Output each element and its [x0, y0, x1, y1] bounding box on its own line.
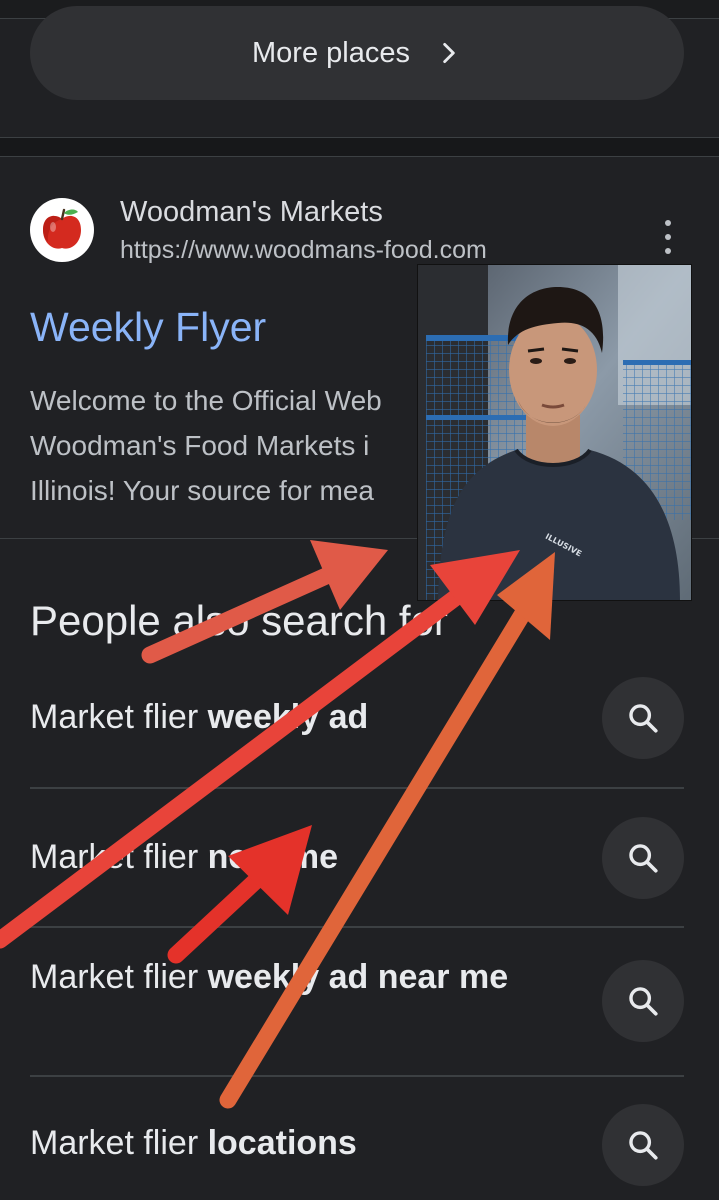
related-search-item[interactable]: Market flier locations — [30, 1100, 684, 1192]
apple-icon — [30, 198, 94, 262]
people-also-search-heading: People also search for — [30, 597, 448, 644]
row-divider — [30, 787, 684, 789]
more-places-button[interactable]: More places — [30, 6, 684, 100]
search-icon[interactable] — [602, 960, 684, 1042]
related-search-text: Market flier weekly ad near me — [30, 958, 509, 996]
row-divider — [30, 1075, 684, 1077]
related-search-item[interactable]: Market flier weekly ad near me — [30, 950, 684, 1060]
chevron-right-icon — [443, 42, 455, 64]
site-url[interactable]: https://www.woodmans-food.com — [120, 236, 487, 265]
more-places-label: More places — [252, 36, 410, 69]
related-search-item[interactable]: Market flier near me — [30, 812, 684, 904]
related-search-item[interactable]: Market flier weekly ad — [30, 672, 684, 764]
more-vert-icon[interactable] — [652, 220, 684, 254]
result-title-link[interactable]: Weekly Flyer — [30, 304, 266, 351]
search-icon[interactable] — [602, 677, 684, 759]
related-search-text: Market flier near me — [30, 838, 338, 876]
site-name[interactable]: Woodman's Markets — [120, 196, 383, 229]
related-search-text: Market flier weekly ad — [30, 698, 369, 736]
search-icon[interactable] — [602, 817, 684, 899]
row-divider — [30, 926, 684, 928]
section-separator — [0, 137, 719, 157]
search-icon[interactable] — [602, 1104, 684, 1186]
related-search-text: Market flier locations — [30, 1124, 357, 1162]
overlay-photo: ILLUSIVE — [418, 265, 691, 600]
